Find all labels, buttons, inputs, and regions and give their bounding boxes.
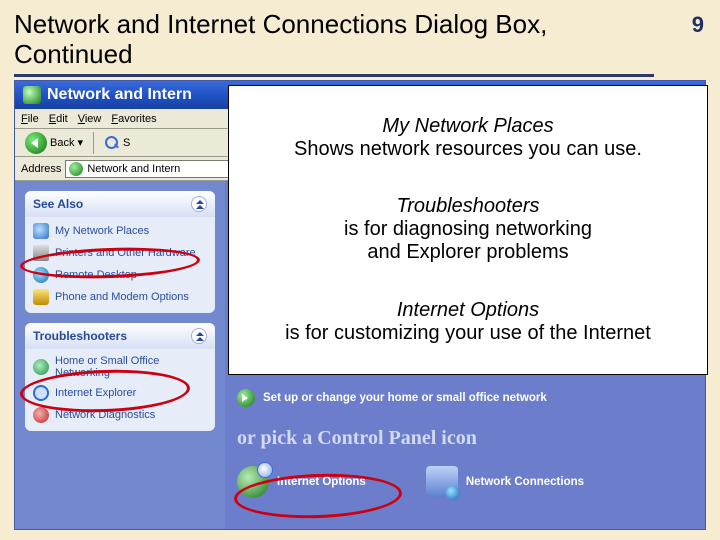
pick-heading: or pick a Control Panel icon — [237, 427, 693, 450]
slide-title: Network and Internet Connections Dialog … — [14, 10, 654, 77]
overlay-block: My Network Places Shows network resource… — [247, 115, 689, 161]
arrow-right-icon — [237, 389, 255, 407]
sidebar-item-remote-desktop[interactable]: Remote Desktop — [33, 267, 207, 283]
panel-see-also-title: See Also — [33, 197, 83, 211]
sidebar-item-label: My Network Places — [55, 225, 149, 237]
menu-edit[interactable]: Edit — [49, 113, 68, 125]
sidebar-item-phone-modem[interactable]: Phone and Modem Options — [33, 289, 207, 305]
overlay-title: Internet Options — [247, 299, 689, 322]
panel-see-also: See Also My Network Places Printers and … — [25, 191, 215, 313]
address-label: Address — [21, 163, 61, 175]
cp-item-label: Network Connections — [466, 476, 584, 488]
window-title: Network and Intern — [47, 86, 192, 104]
ie-icon — [33, 385, 49, 401]
globe-icon — [69, 162, 83, 176]
phone-icon — [33, 289, 49, 305]
help-icon — [33, 359, 49, 375]
sidebar-item-home-office[interactable]: Home or Small Office Networking — [33, 355, 207, 379]
overlay-text: is for diagnosing networking — [344, 218, 592, 240]
sidebar-item-label: Network Diagnostics — [55, 409, 155, 421]
back-label: Back — [50, 137, 74, 149]
search-button[interactable]: S — [100, 133, 134, 153]
sidebar-item-label: Printers and Other Hardware — [55, 247, 196, 259]
network-places-icon — [33, 223, 49, 239]
panel-see-also-body: My Network Places Printers and Other Har… — [25, 217, 215, 313]
internet-options-icon — [237, 466, 269, 498]
dropdown-icon: ▾ — [77, 136, 83, 149]
back-button[interactable]: Back ▾ — [21, 130, 87, 156]
menu-view[interactable]: View — [78, 113, 102, 125]
page-number: 9 — [692, 12, 704, 38]
explanation-overlay: My Network Places Shows network resource… — [228, 85, 708, 375]
sidebar-item-label: Remote Desktop — [55, 269, 137, 281]
task-setup-network[interactable]: Set up or change your home or small offi… — [237, 389, 693, 407]
sidebar-item-label: Phone and Modem Options — [55, 291, 189, 303]
remote-desktop-icon — [33, 267, 49, 283]
search-icon — [104, 135, 120, 151]
back-icon — [25, 132, 47, 154]
sidebar-item-network-diagnostics[interactable]: Network Diagnostics — [33, 407, 207, 423]
toolbar-separator — [93, 132, 94, 154]
sidebar-item-my-network-places[interactable]: My Network Places — [33, 223, 207, 239]
panel-troubleshooters: Troubleshooters Home or Small Office Net… — [25, 323, 215, 431]
cp-item-label: Internet Options — [277, 476, 366, 488]
panel-troubleshooters-body: Home or Small Office Networking Internet… — [25, 349, 215, 431]
overlay-text: and Explorer problems — [367, 241, 568, 263]
overlay-title: Troubleshooters — [247, 195, 689, 218]
task-label: Set up or change your home or small offi… — [263, 392, 547, 404]
overlay-block: Internet Options is for customizing your… — [247, 299, 689, 345]
sidebar: See Also My Network Places Printers and … — [15, 181, 225, 529]
overlay-text: is for customizing your use of the Inter… — [285, 322, 651, 344]
diagnostics-icon — [33, 407, 49, 423]
chevron-up-icon — [191, 196, 207, 212]
cp-icons-row: Internet Options Network Connections — [237, 466, 693, 498]
sidebar-item-internet-explorer[interactable]: Internet Explorer — [33, 385, 207, 401]
panel-troubleshooters-title: Troubleshooters — [33, 329, 127, 343]
overlay-block: Troubleshooters is for diagnosing networ… — [247, 195, 689, 264]
sidebar-item-label: Home or Small Office Networking — [55, 355, 207, 379]
sidebar-item-printers[interactable]: Printers and Other Hardware — [33, 245, 207, 261]
cp-item-network-connections[interactable]: Network Connections — [426, 466, 584, 498]
panel-troubleshooters-header[interactable]: Troubleshooters — [25, 323, 215, 349]
app-icon — [23, 86, 41, 104]
search-label: S — [123, 137, 130, 149]
overlay-text: Shows network resources you can use. — [294, 138, 642, 160]
menu-file[interactable]: File — [21, 113, 39, 125]
overlay-title: My Network Places — [247, 115, 689, 138]
chevron-up-icon — [191, 328, 207, 344]
panel-see-also-header[interactable]: See Also — [25, 191, 215, 217]
cp-item-internet-options[interactable]: Internet Options — [237, 466, 366, 498]
network-connections-icon — [426, 466, 458, 498]
printer-icon — [33, 245, 49, 261]
address-value: Network and Intern — [87, 163, 180, 175]
sidebar-item-label: Internet Explorer — [55, 387, 136, 399]
menu-favorites[interactable]: Favorites — [111, 113, 156, 125]
